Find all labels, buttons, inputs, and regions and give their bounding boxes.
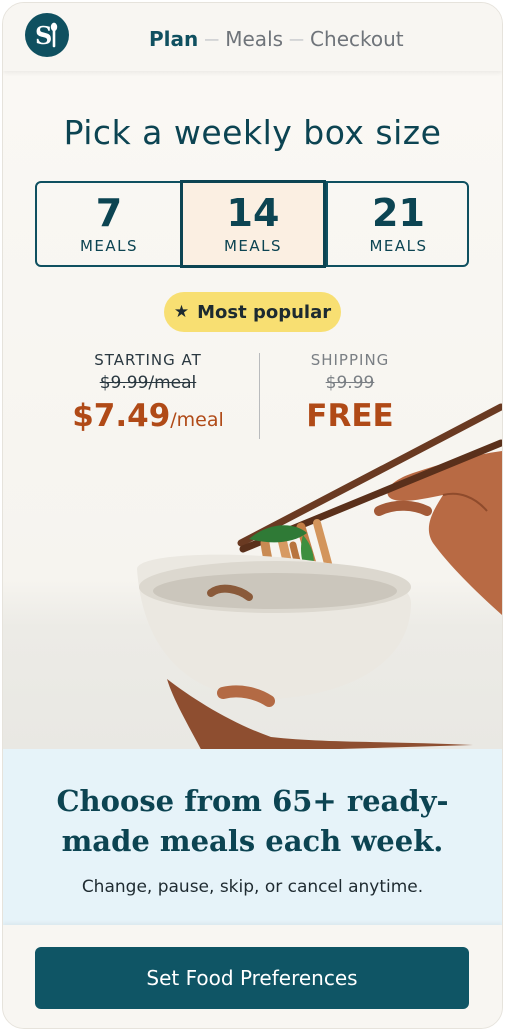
shipping-caption: SHIPPING <box>310 351 390 369</box>
box-option-21[interactable]: 21 MEALS <box>326 183 469 265</box>
footer-bar: Set Food Preferences <box>3 925 502 1028</box>
progress-steps: Plan — Meals — Checkout <box>149 27 404 51</box>
bowl-illustration <box>137 403 502 753</box>
box-option-14-selected[interactable]: 14 MEALS <box>180 180 326 268</box>
logo-letter: S <box>35 21 52 50</box>
box-size-selector: 7 MEALS 14 MEALS 21 MEALS <box>35 180 469 268</box>
box-option-label: MEALS <box>79 237 139 255</box>
info-title: Choose from 65+ ready-made meals each we… <box>56 784 449 858</box>
badge-label: Most popular <box>197 301 332 323</box>
step-meals[interactable]: Meals <box>225 27 283 51</box>
app-frame: S Plan — Meals — Checkout Pick a weekly … <box>2 2 503 1029</box>
logo-icon: S <box>35 21 58 50</box>
set-food-preferences-button[interactable]: Set Food Preferences <box>35 947 469 1009</box>
logo[interactable]: S <box>25 13 69 57</box>
box-option-label: MEALS <box>369 237 428 255</box>
star-icon: ★ <box>173 302 190 322</box>
starting-at-caption: STARTING AT <box>94 351 202 369</box>
box-option-number: 7 <box>95 191 123 235</box>
most-popular-badge: ★ Most popular <box>164 292 341 332</box>
step-separator: — <box>289 30 305 48</box>
step-plan[interactable]: Plan <box>149 27 198 51</box>
box-option-number: 21 <box>372 191 425 235</box>
box-option-7[interactable]: 7 MEALS <box>37 183 181 265</box>
old-shipping-price: $9.99 <box>325 373 375 393</box>
step-checkout[interactable]: Checkout <box>310 27 404 51</box>
step-separator: — <box>204 30 220 48</box>
header: S Plan — Meals — Checkout <box>3 3 502 71</box>
box-option-number: 14 <box>226 191 280 235</box>
info-subtitle: Change, pause, skip, or cancel anytime. <box>81 877 424 897</box>
info-band: Choose from 65+ ready-made meals each we… <box>3 749 502 925</box>
box-option-label: MEALS <box>223 237 283 255</box>
page-title: Pick a weekly box size <box>63 113 442 152</box>
old-meal-price: $9.99/meal <box>99 373 197 393</box>
